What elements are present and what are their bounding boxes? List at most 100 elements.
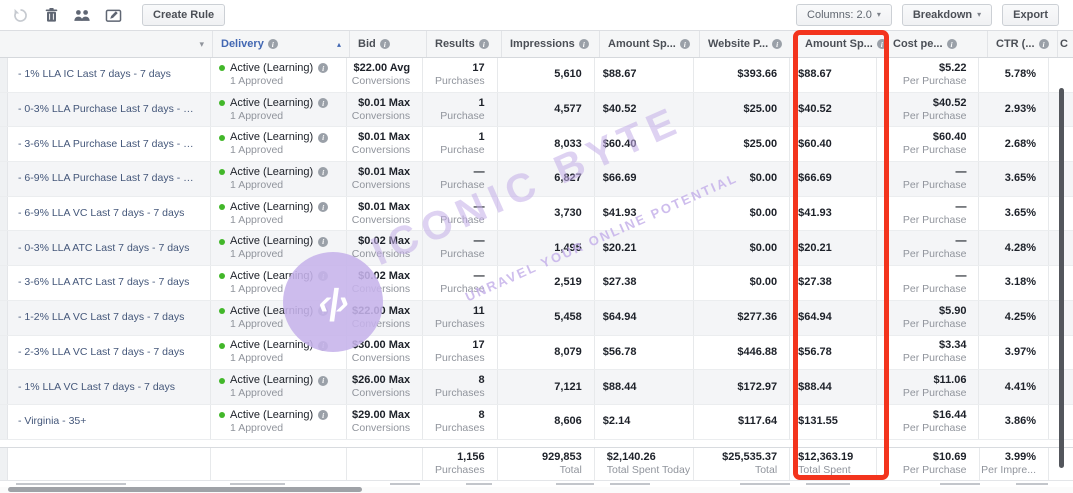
export-button[interactable]: Export [1002, 4, 1059, 26]
impressions-value: 3,730 [554, 207, 582, 220]
header-bid[interactable]: Bid i [350, 31, 427, 57]
adset-name-link[interactable]: - 2-3% LLA VC Last 7 days - 7 days [18, 346, 198, 359]
info-icon[interactable]: i [877, 39, 885, 49]
info-icon[interactable]: i [318, 376, 328, 386]
adset-name-link[interactable]: - 1% LLA IC Last 7 days - 7 days [18, 68, 198, 81]
totals-cost-sub: Per Purchase [903, 464, 967, 477]
info-icon[interactable]: i [318, 341, 328, 351]
info-icon[interactable]: i [680, 39, 690, 49]
results-cell: 17 Purchases [423, 336, 497, 370]
bid-type: Conversions [352, 248, 410, 261]
bid-type: Conversions [352, 144, 410, 157]
adset-name-link[interactable]: - 6-9% LLA Purchase Last 7 days - 7 d... [18, 172, 198, 185]
bid-cell: $0.01 Max Conversions [347, 93, 423, 127]
revert-button[interactable] [8, 4, 32, 26]
info-icon[interactable]: i [318, 63, 328, 73]
header-amount-spent[interactable]: Amount Sp... i [797, 31, 885, 57]
amount-spent-today-cell: $27.38 [595, 266, 694, 300]
amount-spent-value: $27.38 [798, 276, 832, 289]
header-results[interactable]: Results i [427, 31, 502, 57]
results-value: 17 [472, 62, 484, 75]
bid-cell: $22.00 Max Conversions [347, 301, 423, 335]
info-icon[interactable]: i [318, 202, 328, 212]
website-purchases-cell: $25.00 [694, 93, 790, 127]
adset-name-link[interactable]: - 0-3% LLA Purchase Last 7 days - 7 d... [18, 103, 198, 116]
chevron-down-icon[interactable]: ▾ [199, 39, 204, 50]
info-icon[interactable]: i [318, 133, 328, 143]
adset-name-link[interactable]: - 1% LLA VC Last 7 days - 7 days [18, 381, 198, 394]
info-icon[interactable]: i [318, 237, 328, 247]
amount-spent-cell: $60.40 [790, 127, 877, 161]
info-icon[interactable]: i [318, 167, 328, 177]
info-icon[interactable]: i [380, 39, 390, 49]
breakdown-dropdown[interactable]: Breakdown ▾ [902, 4, 992, 26]
duplicate-button[interactable] [70, 4, 94, 26]
impressions-cell: 6,827 [498, 162, 595, 196]
horizontal-scroll-track[interactable] [0, 487, 1073, 493]
info-icon[interactable]: i [772, 39, 782, 49]
delivery-status: Active (Learning) [230, 374, 313, 387]
sort-ascending-icon[interactable]: ▴ [337, 40, 341, 49]
website-purchases-cell: $393.66 [694, 58, 790, 92]
info-icon[interactable]: i [947, 39, 957, 49]
header-delivery[interactable]: Delivery i ▴ [213, 31, 350, 57]
adset-name-link[interactable]: - 3-6% LLA ATC Last 7 days - 7 days [18, 276, 198, 289]
header-website-purchases[interactable]: Website P... i [700, 31, 797, 57]
delete-button[interactable] [39, 4, 63, 26]
header-cost-per[interactable]: Cost pe... i [885, 31, 988, 57]
adset-name-link[interactable]: - Virginia - 35+ [18, 415, 198, 428]
info-icon[interactable]: i [318, 306, 328, 316]
ctr-value: 4.25% [1005, 311, 1036, 324]
adset-name-cell: - 3-6% LLA ATC Last 7 days - 7 days [0, 266, 211, 300]
create-rule-button[interactable]: Create Rule [142, 4, 225, 26]
totals-impressions-value: 929,853 [542, 451, 582, 464]
website-purchases-value: $0.00 [750, 207, 778, 220]
adset-name-link[interactable]: - 1-2% LLA VC Last 7 days - 7 days [18, 311, 198, 324]
impressions-value: 8,033 [554, 138, 582, 151]
edit-button[interactable] [101, 4, 125, 26]
active-status-dot [219, 239, 225, 245]
amount-spent-today-value: $41.93 [603, 207, 637, 220]
horizontal-scrollbar[interactable] [8, 487, 362, 492]
results-value: — [474, 235, 485, 248]
bid-value: $26.00 Max [352, 374, 410, 387]
adset-name-link[interactable]: - 3-6% LLA Purchase Last 7 days - 7 d... [18, 138, 198, 151]
adset-name-link[interactable]: - 0-3% LLA ATC Last 7 days - 7 days [18, 242, 198, 255]
adset-name-cell: - 6-9% LLA VC Last 7 days - 7 days [0, 197, 211, 231]
adset-name-link[interactable]: - 6-9% LLA VC Last 7 days - 7 days [18, 207, 198, 220]
results-label: Purchase [440, 110, 484, 123]
cost-per-label: Per Purchase [903, 144, 967, 157]
info-icon[interactable]: i [318, 271, 328, 281]
info-icon[interactable]: i [579, 39, 589, 49]
results-cell: 17 Purchases [423, 58, 497, 92]
info-icon[interactable]: i [1039, 39, 1049, 49]
columns-dropdown[interactable]: Columns: 2.0 ▾ [796, 4, 892, 26]
info-icon[interactable]: i [318, 98, 328, 108]
breakdown-label: Breakdown [913, 9, 972, 21]
info-icon[interactable]: i [479, 39, 489, 49]
vertical-scrollbar[interactable] [1059, 88, 1064, 468]
info-icon[interactable]: i [318, 410, 328, 420]
results-value: 8 [478, 409, 484, 422]
cost-per-cell: $5.90 Per Purchase [877, 301, 979, 335]
delivery-cell: Active (Learning) i 1 Approved [211, 58, 347, 92]
totals-results-sub: Purchases [435, 464, 485, 477]
table-row: - 1% LLA IC Last 7 days - 7 days Active … [0, 58, 1073, 93]
results-cell: — Purchase [423, 266, 497, 300]
info-icon[interactable]: i [268, 39, 278, 49]
header-name-column[interactable]: ▾ [0, 31, 213, 57]
header-ctr[interactable]: CTR (... i [988, 31, 1058, 57]
amount-spent-today-value: $88.44 [603, 381, 637, 394]
bid-value: $0.02 Max [358, 270, 410, 283]
approval-status: 1 Approved [230, 422, 283, 435]
cost-per-label: Per Purchase [903, 75, 967, 88]
table-row: - 6-9% LLA Purchase Last 7 days - 7 d...… [0, 162, 1073, 197]
header-impressions[interactable]: Impressions i [502, 31, 600, 57]
export-label: Export [1013, 9, 1048, 21]
header-amount-spent-today[interactable]: Amount Sp... i [600, 31, 700, 57]
results-value: 17 [472, 339, 484, 352]
delivery-cell: Active (Learning) i 1 Approved [211, 93, 347, 127]
totals-row: 1,156 Purchases 929,853 Total $2,140.26 … [0, 447, 1073, 481]
ctr-value: 3.65% [1005, 207, 1036, 220]
amount-spent-cell: $20.21 [790, 231, 877, 265]
